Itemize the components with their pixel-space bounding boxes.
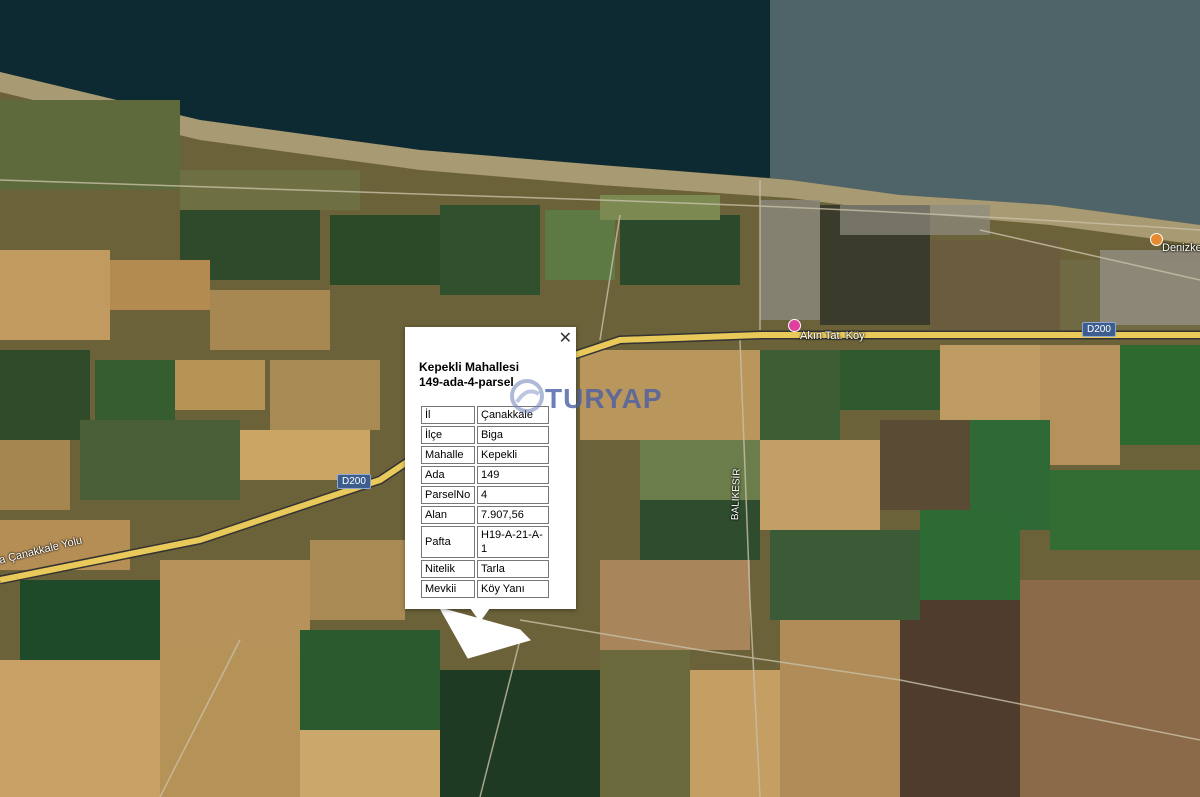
table-row: Pafta H19-A-21-A-1 [421,526,549,558]
road-label-balikesir: BALIKESİR [730,468,743,521]
attr-value: 149 [477,466,549,484]
parcel-attribute-table: İl Çanakkale İlçe Biga Mahalle Kepekli Ada 1… [419,404,551,600]
table-row: ParselNo 4 [421,486,549,504]
attr-value: 4 [477,486,549,504]
table-row: İlçe Biga [421,426,549,444]
attr-key: Ada [421,466,475,484]
road-shield-d200-east: D200 [1082,322,1116,337]
attr-key: Mevkii [421,580,475,598]
watermark-text: TURYAP [545,383,663,414]
attr-value: Kepekli [477,446,549,464]
table-row: Nitelik Tarla [421,560,549,578]
attr-key: Nitelik [421,560,475,578]
table-row: İl Çanakkale [421,406,549,424]
table-row: Alan 7.907,56 [421,506,549,524]
attr-value: Tarla [477,560,549,578]
close-icon[interactable]: ✕ [559,329,572,347]
attr-value: H19-A-21-A-1 [477,526,549,558]
attr-key: Alan [421,506,475,524]
attr-value: Biga [477,426,549,444]
attr-key: İlçe [421,426,475,444]
popup-title-line1: Kepekli Mahallesi [419,360,520,374]
attr-key: Mahalle [421,446,475,464]
poi-label-akin-tat-koy: Akın Tat. Köy [800,330,865,342]
attr-key: Pafta [421,526,475,558]
table-row: Ada 149 [421,466,549,484]
attr-value: Köy Yanı [477,580,549,598]
table-row: Mevkii Köy Yanı [421,580,549,598]
parcel-info-popup: ✕ Kepekli Mahallesi 149-ada-4-parsel İl Ç… [405,327,576,609]
table-row: Mahalle Kepekli [421,446,549,464]
poi-label-denizkent: Denizke [1162,242,1200,254]
road-shield-d200-west: D200 [337,474,371,489]
attr-key: ParselNo [421,486,475,504]
attr-key: İl [421,406,475,424]
attr-value: 7.907,56 [477,506,549,524]
attr-value: Çanakkale [477,406,549,424]
